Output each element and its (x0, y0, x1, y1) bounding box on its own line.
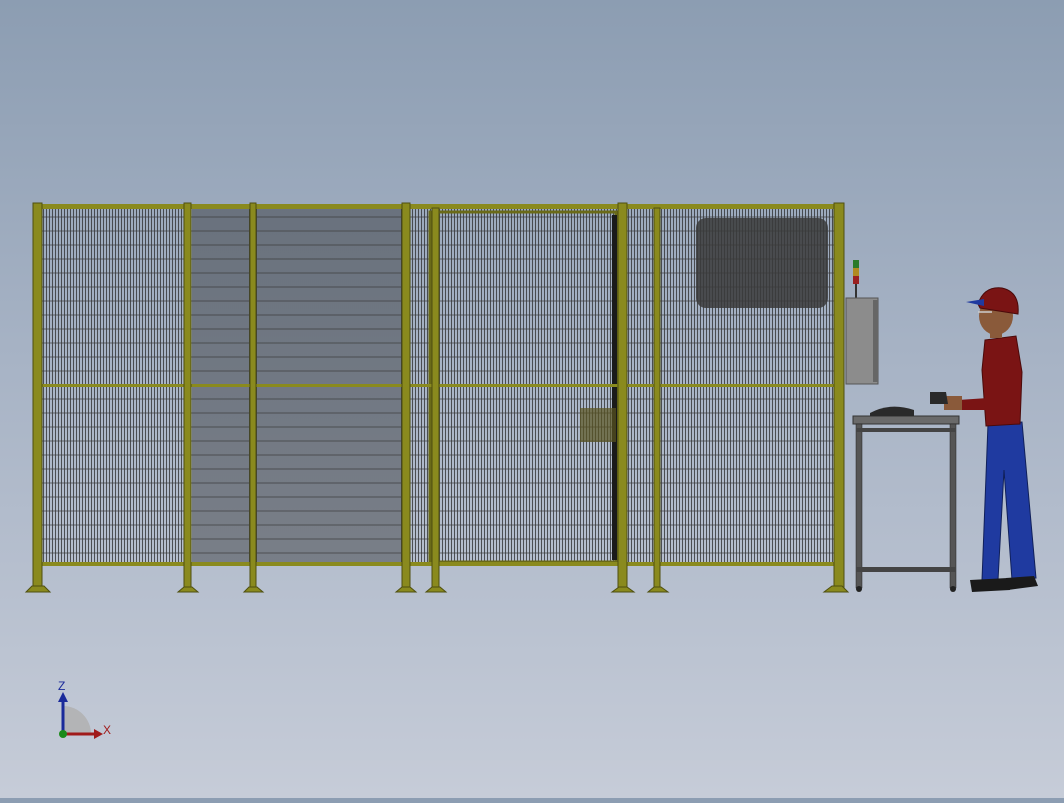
machine-housing (696, 218, 828, 308)
cad-viewport[interactable]: Z X (0, 0, 1064, 798)
post-feet (24, 585, 850, 593)
triad-x-label: X (103, 723, 111, 737)
control-cabinet (845, 260, 879, 385)
coordinate-triad: Z X (58, 679, 111, 739)
triad-z-label: Z (58, 679, 65, 693)
workbench (852, 406, 960, 592)
safety-fence (24, 202, 850, 593)
worker-figure (930, 287, 1038, 592)
